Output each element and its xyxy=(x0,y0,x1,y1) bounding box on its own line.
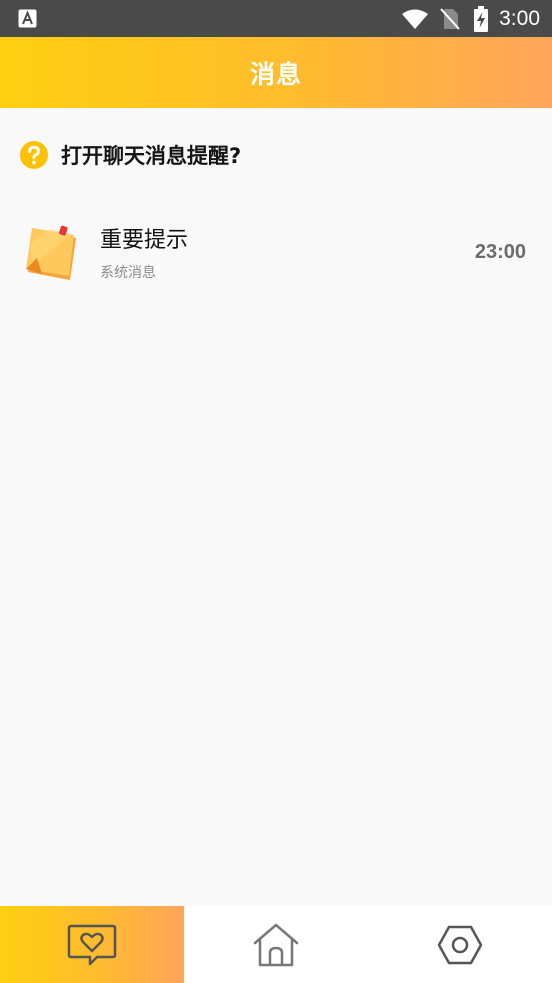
app-header: 消息 xyxy=(0,37,552,108)
tab-settings[interactable] xyxy=(368,906,552,983)
battery-charging-icon xyxy=(474,5,489,32)
status-icons: 3:00 xyxy=(401,0,540,37)
bottom-nav xyxy=(0,906,552,983)
prompt-text: 打开聊天消息提醒? xyxy=(61,144,242,168)
notification-reminder-prompt[interactable]: 打开聊天消息提醒? xyxy=(20,140,241,170)
no-sim-icon xyxy=(440,7,460,30)
page-title: 消息 xyxy=(249,59,302,89)
tab-home[interactable] xyxy=(184,906,368,983)
wifi-icon xyxy=(402,9,429,29)
message-time: 23:00 xyxy=(474,241,526,263)
status-bar: 3:00 xyxy=(0,0,552,37)
status-time: 3:00 xyxy=(499,6,540,30)
tab-messages[interactable] xyxy=(0,906,184,983)
message-subtitle: 系统消息 xyxy=(100,265,156,281)
home-icon xyxy=(253,923,299,966)
question-icon xyxy=(20,141,48,169)
sticky-note-icon xyxy=(26,225,76,280)
message-title: 重要提示 xyxy=(100,228,189,253)
app-notification-icon xyxy=(18,9,37,28)
settings-icon xyxy=(437,925,483,964)
message-item[interactable]: 重要提示 系统消息 23:00 xyxy=(0,210,552,294)
chat-heart-icon xyxy=(67,924,117,965)
